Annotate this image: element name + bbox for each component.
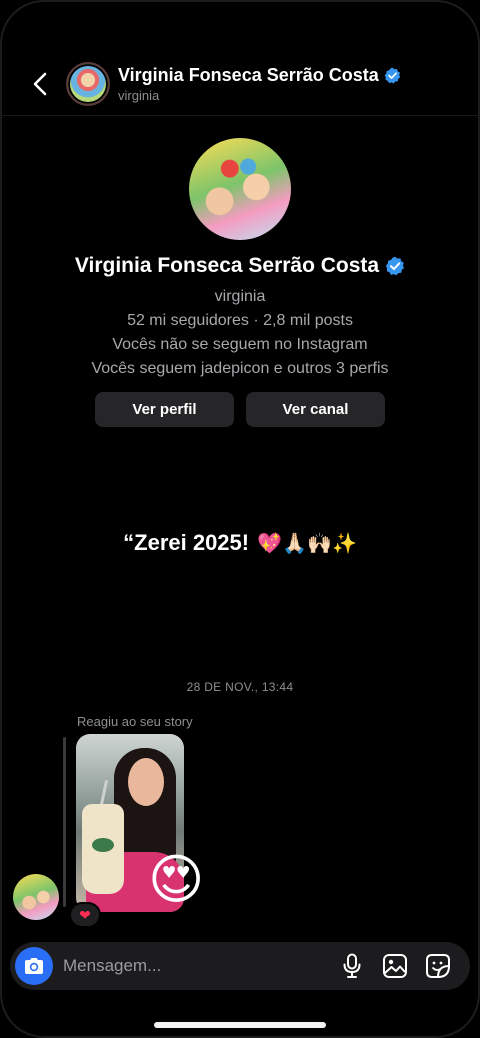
view-channel-button[interactable]: Ver canal (246, 392, 385, 427)
back-button[interactable] (18, 62, 62, 106)
dm-screen: Virginia Fonseca Serrão Costa virginia V… (0, 0, 480, 1038)
home-indicator[interactable] (154, 1022, 326, 1028)
header-username: virginia (118, 87, 160, 103)
follow-status: Vocês não se seguem no Instagram (112, 336, 368, 353)
microphone-icon (343, 953, 361, 978)
profile-stats: 52 mi seguidores · 2,8 mil posts (127, 312, 353, 329)
message-composer (10, 942, 470, 990)
message-reaction-badge[interactable]: ❤ (69, 902, 101, 928)
story-photo-cup (82, 804, 124, 894)
story-photo-face (128, 758, 164, 806)
story-caption-text: “Zerei 2025! (123, 530, 250, 555)
camera-icon (25, 958, 43, 974)
story-reaction-emoji: 😍 (148, 850, 205, 910)
voice-message-button[interactable] (334, 948, 370, 984)
profile-username: virginia (214, 288, 266, 305)
profile-avatar[interactable] (189, 138, 291, 240)
sticker-icon (426, 954, 450, 978)
profile-name: Virginia Fonseca Serrão Costa (74, 254, 380, 277)
mutual-followers: Vocês seguem jadepicon e outros 3 perfis (91, 360, 389, 377)
header-title-block[interactable]: Virginia Fonseca Serrão Costa virginia (118, 65, 401, 103)
gallery-button[interactable] (377, 948, 413, 984)
sticker-button[interactable] (420, 948, 456, 984)
reacted-story-label: Reagiu ao seu story (77, 714, 193, 729)
chat-header: Virginia Fonseca Serrão Costa virginia (0, 52, 480, 116)
message-input[interactable] (63, 956, 334, 976)
profile-card: Virginia Fonseca Serrão Costa virginia 5… (0, 138, 480, 427)
profile-buttons: Ver perfil Ver canal (95, 392, 385, 427)
verified-badge-icon (385, 256, 405, 276)
story-caption: “Zerei 2025! 💖🙏🏻🙌🏻✨ (0, 530, 480, 556)
header-name: Virginia Fonseca Serrão Costa (118, 64, 379, 85)
gallery-icon (383, 954, 407, 978)
heart-icon: ❤ (79, 906, 91, 923)
camera-button[interactable] (15, 947, 53, 985)
message-timestamp: 28 DE NOV., 13:44 (186, 680, 294, 694)
story-caption-emojis: 💖🙏🏻🙌🏻✨ (257, 533, 357, 555)
header-avatar[interactable] (66, 61, 110, 106)
verified-badge-icon (384, 67, 400, 83)
sender-avatar[interactable] (13, 874, 59, 920)
profile-name-row: Virginia Fonseca Serrão Costa (75, 254, 405, 278)
back-chevron-icon (33, 72, 47, 95)
header-name-row: Virginia Fonseca Serrão Costa (118, 65, 401, 86)
view-profile-button[interactable]: Ver perfil (95, 392, 234, 427)
story-reply-bar (63, 737, 66, 907)
